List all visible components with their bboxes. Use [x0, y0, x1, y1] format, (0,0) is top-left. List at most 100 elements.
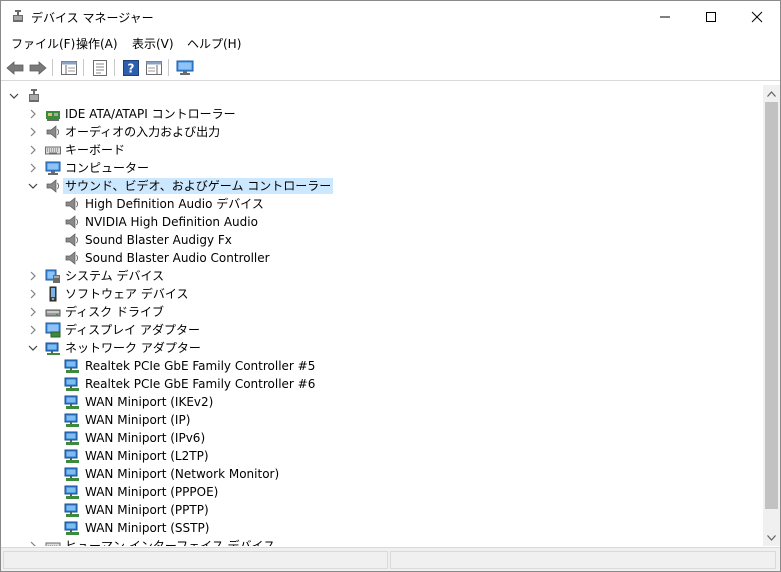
tree-category[interactable]: ソフトウェア デバイス [1, 285, 763, 303]
close-icon [751, 11, 763, 22]
chevron-down-icon[interactable] [8, 90, 20, 102]
chevron-up-icon [767, 90, 776, 97]
scan-hardware-button[interactable] [175, 58, 195, 78]
chevron-down-icon[interactable] [27, 342, 39, 354]
tree-device[interactable]: WAN Miniport (Network Monitor) [1, 465, 763, 483]
chevron-right-icon[interactable] [27, 540, 39, 546]
tree-device-label[interactable]: Sound Blaster Audigy Fx [83, 232, 234, 248]
tree-device[interactable]: WAN Miniport (IPv6) [1, 429, 763, 447]
chevron-right-icon[interactable] [27, 144, 39, 156]
tree-category-label[interactable]: オーディオの入力および出力 [63, 124, 222, 140]
tree-category-label[interactable]: ソフトウェア デバイス [63, 286, 190, 302]
tree-category[interactable]: システム デバイス [1, 267, 763, 285]
device-manager-window: デバイス マネージャー ファイル(F) 操作(A) 表示(V) ヘルプ(H) ?… [0, 0, 781, 572]
scroll-thumb[interactable] [765, 102, 778, 509]
scroll-down-button[interactable] [763, 529, 780, 546]
tree-device-label[interactable]: WAN Miniport (IPv6) [83, 430, 207, 446]
menu-view[interactable]: 表示(V) [129, 34, 177, 53]
tree-category-label[interactable]: システム デバイス [63, 268, 166, 284]
tree-root[interactable] [1, 87, 763, 105]
tree-category-label[interactable]: コンピューター [63, 160, 151, 176]
tree-category-label[interactable]: ネットワーク アダプター [63, 340, 203, 356]
tree-category[interactable]: サウンド、ビデオ、およびゲーム コントローラー [1, 177, 763, 195]
chevron-right-icon[interactable] [27, 306, 39, 318]
action-pane-icon [146, 61, 162, 75]
maximize-button[interactable] [688, 1, 734, 32]
tree-category-label[interactable]: サウンド、ビデオ、およびゲーム コントローラー [63, 178, 334, 194]
chevron-right-icon[interactable] [27, 324, 39, 336]
tree-category-label[interactable]: キーボード [63, 142, 127, 158]
tree-device-label[interactable]: WAN Miniport (Network Monitor) [83, 466, 281, 482]
tree-device[interactable]: High Definition Audio デバイス [1, 195, 763, 213]
minimize-button[interactable] [642, 1, 688, 32]
monitor-icon [176, 60, 194, 75]
chevron-down-icon [767, 534, 776, 541]
tree-category-label[interactable]: ディスプレイ アダプター [63, 322, 202, 338]
menu-file[interactable]: ファイル(F) [8, 34, 78, 53]
tree-device-label[interactable]: WAN Miniport (L2TP) [83, 448, 211, 464]
tree-device-label[interactable]: Realtek PCIe GbE Family Controller #5 [83, 358, 317, 374]
tree-category[interactable]: ヒューマン インターフェイス デバイス [1, 537, 763, 546]
back-button[interactable] [5, 58, 25, 78]
vertical-scrollbar[interactable] [763, 85, 780, 546]
tree-device[interactable]: Sound Blaster Audio Controller [1, 249, 763, 267]
tree-device-label[interactable]: WAN Miniport (IP) [83, 412, 192, 428]
tree-device[interactable]: Sound Blaster Audigy Fx [1, 231, 763, 249]
network-device-icon [64, 376, 80, 392]
maximize-icon [706, 11, 716, 22]
network-device-icon [64, 484, 80, 500]
tree-device[interactable]: WAN Miniport (IP) [1, 411, 763, 429]
properties-icon [93, 60, 107, 76]
tree-device-label[interactable]: WAN Miniport (PPPOE) [83, 484, 220, 500]
tree-device[interactable]: WAN Miniport (PPTP) [1, 501, 763, 519]
chevron-right-icon[interactable] [27, 108, 39, 120]
tree-device-label[interactable]: WAN Miniport (SSTP) [83, 520, 211, 536]
tree-category[interactable]: ネットワーク アダプター [1, 339, 763, 357]
tree-category-label[interactable]: IDE ATA/ATAPI コントローラー [63, 106, 238, 122]
close-button[interactable] [734, 1, 780, 32]
help-button[interactable]: ? [121, 58, 141, 78]
network-device-icon [64, 394, 80, 410]
forward-arrow-icon [29, 61, 47, 75]
tree-device[interactable]: WAN Miniport (L2TP) [1, 447, 763, 465]
tree-category[interactable]: キーボード [1, 141, 763, 159]
tree-category[interactable]: ディスク ドライブ [1, 303, 763, 321]
root-computer-icon [26, 88, 42, 104]
properties-button[interactable] [90, 58, 110, 78]
tree-device[interactable]: Realtek PCIe GbE Family Controller #6 [1, 375, 763, 393]
tree-category[interactable]: オーディオの入力および出力 [1, 123, 763, 141]
tree-device[interactable]: Realtek PCIe GbE Family Controller #5 [1, 357, 763, 375]
forward-button[interactable] [28, 58, 48, 78]
speaker-icon [64, 214, 80, 230]
chevron-right-icon[interactable] [27, 162, 39, 174]
title-bar[interactable]: デバイス マネージャー [1, 1, 780, 32]
tree-category-label[interactable]: ディスク ドライブ [63, 304, 166, 320]
menu-help[interactable]: ヘルプ(H) [184, 34, 244, 53]
device-tree[interactable]: IDE ATA/ATAPI コントローラー オーディオの入力および出力 キーボードコ… [1, 85, 763, 546]
scroll-up-button[interactable] [763, 85, 780, 102]
tree-category[interactable]: ディスプレイ アダプター [1, 321, 763, 339]
display-adapter-icon [45, 322, 61, 338]
tree-device[interactable]: WAN Miniport (PPPOE) [1, 483, 763, 501]
software-device-icon [45, 286, 61, 302]
tree-device-label[interactable]: High Definition Audio デバイス [83, 196, 266, 212]
tree-device-label[interactable]: WAN Miniport (IKEv2) [83, 394, 215, 410]
chevron-right-icon[interactable] [27, 270, 39, 282]
tree-device-label[interactable]: Sound Blaster Audio Controller [83, 250, 272, 266]
tree-device-label[interactable]: NVIDIA High Definition Audio [83, 214, 260, 230]
action-pane-button[interactable] [144, 58, 164, 78]
tree-category[interactable]: IDE ATA/ATAPI コントローラー [1, 105, 763, 123]
chevron-right-icon[interactable] [27, 288, 39, 300]
speaker-icon [45, 178, 61, 194]
tree-device[interactable]: NVIDIA High Definition Audio [1, 213, 763, 231]
tree-device[interactable]: WAN Miniport (IKEv2) [1, 393, 763, 411]
chevron-down-icon[interactable] [27, 180, 39, 192]
tree-category-label[interactable]: ヒューマン インターフェイス デバイス [63, 538, 277, 546]
menu-action[interactable]: 操作(A) [73, 34, 121, 53]
chevron-right-icon[interactable] [27, 126, 39, 138]
tree-category[interactable]: コンピューター [1, 159, 763, 177]
tree-device-label[interactable]: Realtek PCIe GbE Family Controller #6 [83, 376, 317, 392]
tree-device[interactable]: WAN Miniport (SSTP) [1, 519, 763, 537]
tree-device-label[interactable]: WAN Miniport (PPTP) [83, 502, 211, 518]
show-hide-tree-button[interactable] [59, 58, 79, 78]
